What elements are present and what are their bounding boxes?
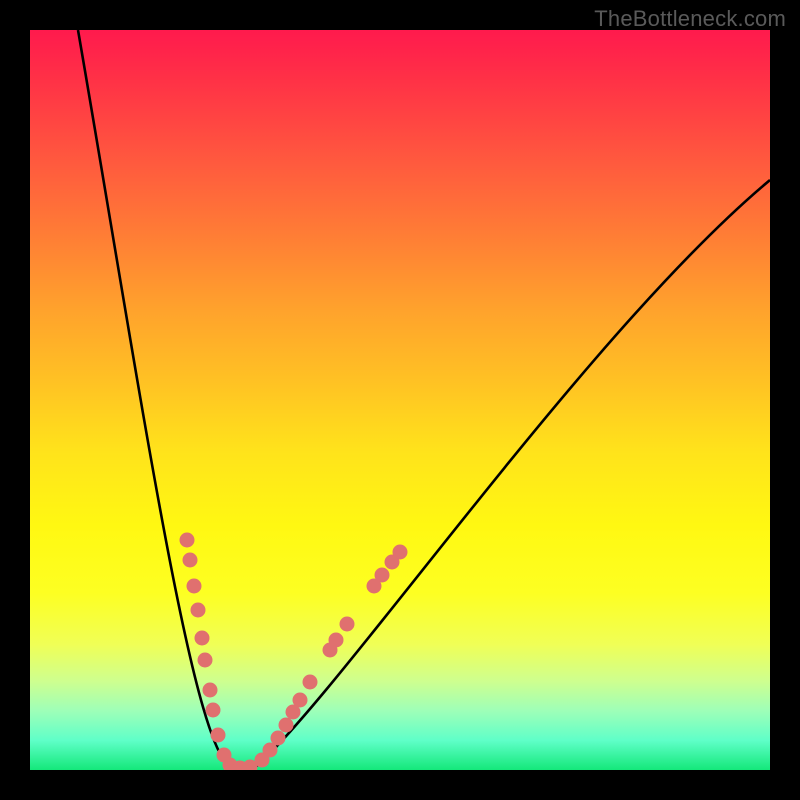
data-marker [180, 533, 195, 548]
data-marker [191, 603, 206, 618]
plot-area [30, 30, 770, 770]
data-marker [375, 568, 390, 583]
curve-right-path [258, 180, 770, 765]
data-marker [293, 693, 308, 708]
data-marker [271, 731, 286, 746]
chart-frame: TheBottleneck.com [0, 0, 800, 800]
data-marker [303, 675, 318, 690]
data-marker [393, 545, 408, 560]
data-marker [340, 617, 355, 632]
markers-group [180, 533, 408, 771]
watermark-text: TheBottleneck.com [594, 6, 786, 32]
data-marker [203, 683, 218, 698]
data-marker [195, 631, 210, 646]
curve-svg [30, 30, 770, 770]
data-marker [206, 703, 221, 718]
data-marker [279, 718, 294, 733]
data-marker [183, 553, 198, 568]
data-marker [198, 653, 213, 668]
data-marker [211, 728, 226, 743]
data-marker [187, 579, 202, 594]
data-marker [329, 633, 344, 648]
